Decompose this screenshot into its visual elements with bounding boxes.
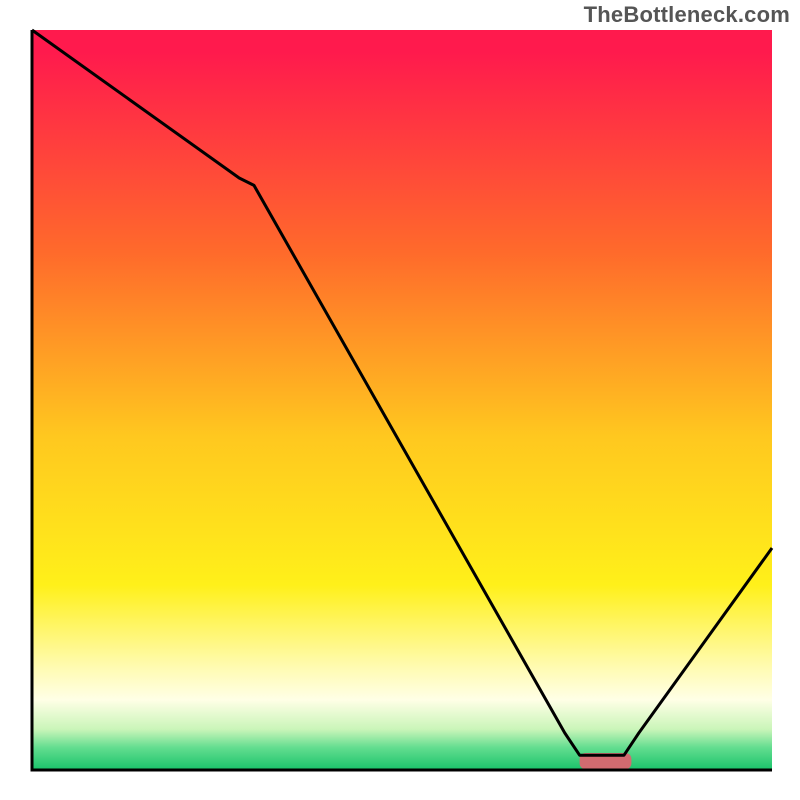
chart-frame: TheBottleneck.com xyxy=(0,0,800,800)
watermark-text: TheBottleneck.com xyxy=(584,2,790,28)
gradient-line-plot xyxy=(0,0,800,800)
